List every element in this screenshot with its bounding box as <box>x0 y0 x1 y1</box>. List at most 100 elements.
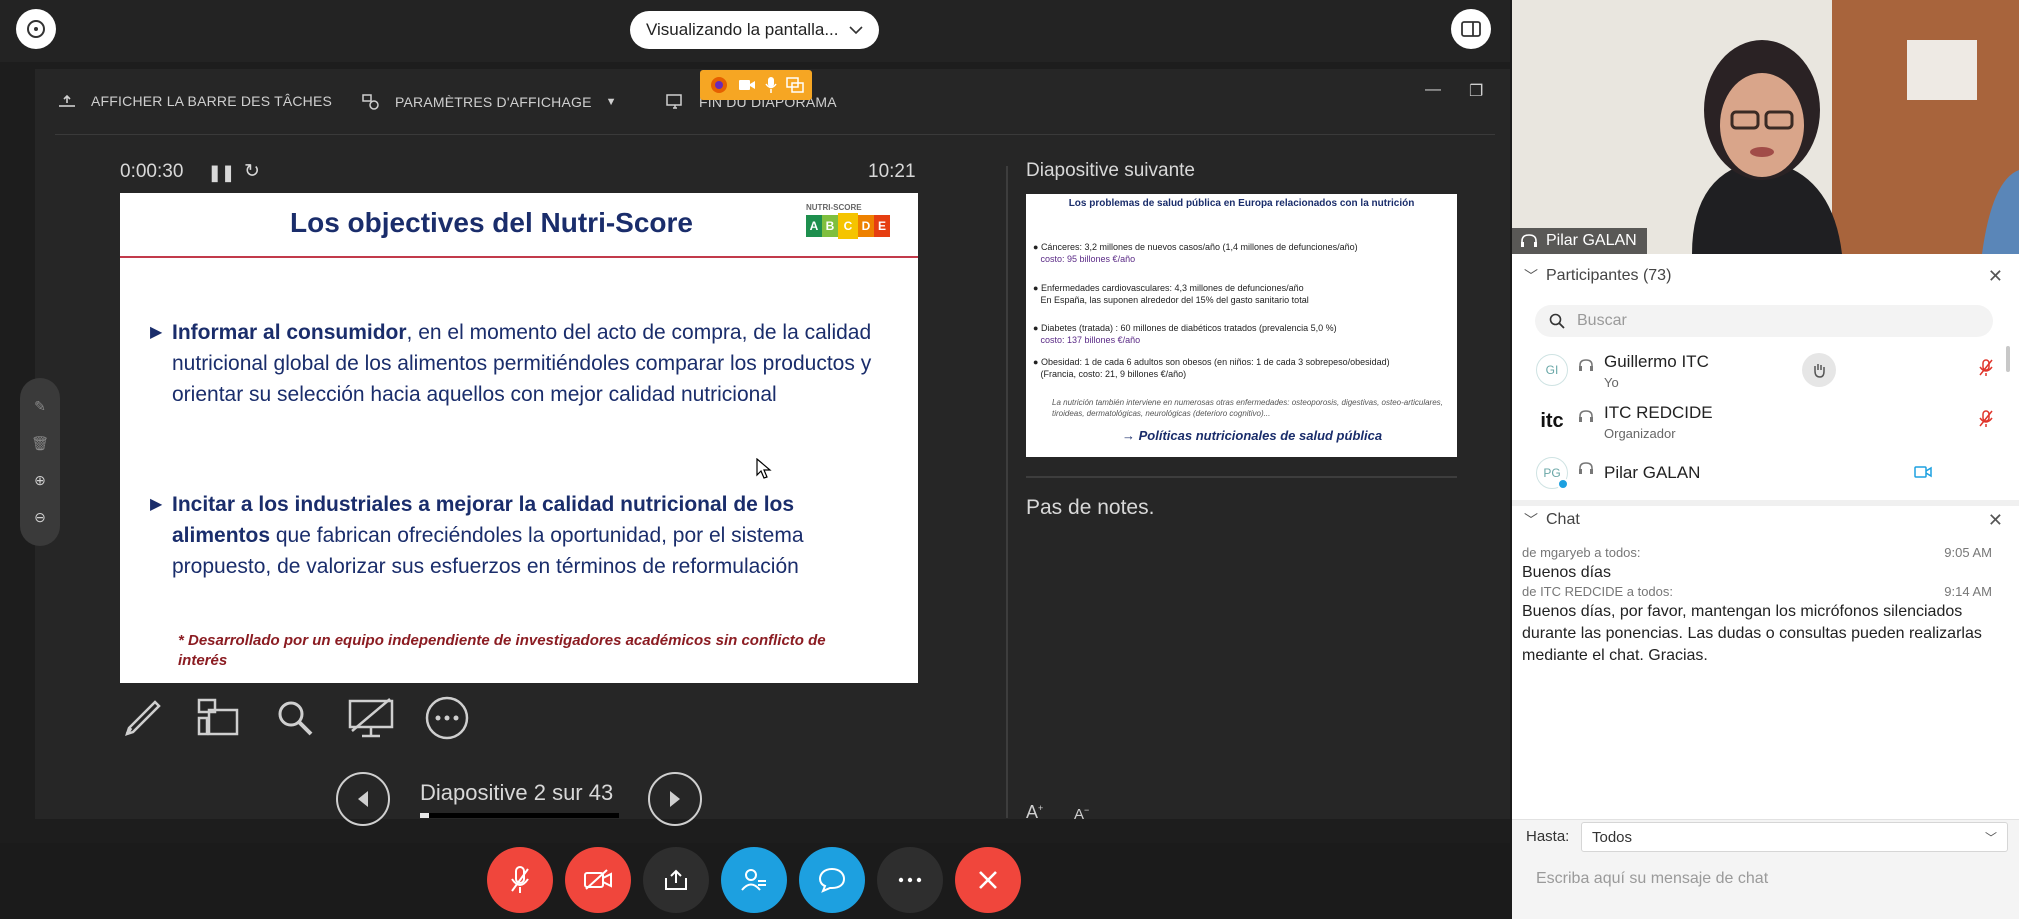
chat-message-meta: de ITC REDCIDE a todos: 9:14 AM <box>1522 584 1992 599</box>
nutri-score-logo-label: NUTRI-SCORE <box>806 203 862 212</box>
chevron-down-icon: ﹀ <box>1984 830 1997 845</box>
participants-button[interactable] <box>721 847 787 913</box>
nutri-score-letter: C <box>838 213 858 239</box>
more-options-icon[interactable] <box>424 695 470 741</box>
restore-icon[interactable]: ❐ <box>1469 81 1483 101</box>
participants-header-label: Participantes (73) <box>1546 267 1672 284</box>
nutri-score-letters: ABCDE <box>806 213 896 239</box>
show-taskbar-label: AFFICHER LA BARRE DES TÂCHES <box>91 93 333 109</box>
info-icon <box>27 20 45 38</box>
current-slide: Los objectives del Nutri-Score NUTRI-SCO… <box>120 193 918 683</box>
microphone-muted-icon[interactable] <box>1979 359 1993 377</box>
participant-name: Guillermo ITC <box>1604 352 1709 371</box>
next-slide-button[interactable] <box>648 772 702 826</box>
close-participants-icon[interactable]: ✕ <box>1988 266 2003 287</box>
nutri-score-letter: D <box>858 215 874 237</box>
next-slide-note: La nutrición también interviene en numer… <box>1052 398 1443 418</box>
chevron-down-icon[interactable]: ﹀ <box>1524 510 1538 530</box>
participant-row[interactable]: GI Guillermo ITC Yo <box>1512 345 2007 395</box>
next-slide-item-sub: (Francia, costo: 21, 9 billones €/año) <box>1040 369 1187 379</box>
chat-message-meta: de mgaryeb a todos: 9:05 AM <box>1522 545 1992 560</box>
headset-icon <box>1579 462 1593 474</box>
restart-timer-icon[interactable]: ↻ <box>244 160 260 183</box>
video-name-tag: Pilar GALAN <box>1512 228 1647 254</box>
close-chat-icon[interactable]: ✕ <box>1988 510 2003 531</box>
slide-title-divider <box>120 256 918 258</box>
participant-search[interactable] <box>1535 305 1993 337</box>
minimize-icon[interactable]: — <box>1425 81 1441 99</box>
search-input[interactable] <box>1577 312 1957 330</box>
video-participant-name: Pilar GALAN <box>1546 232 1637 249</box>
meeting-info-button[interactable] <box>16 9 56 49</box>
previous-slide-button[interactable] <box>336 772 390 826</box>
chat-message-text: Buenos días <box>1522 564 1611 581</box>
participant-row[interactable]: itc ITC REDCIDE Organizador <box>1512 396 2007 446</box>
increase-font-icon[interactable]: A+ <box>1026 802 1043 823</box>
share-upload-icon <box>665 869 687 890</box>
elapsed-timer: 0:00:30 <box>120 161 184 182</box>
next-slide-item-sub: costo: 95 billones €/año <box>1040 254 1136 264</box>
chat-recipient-select[interactable]: Todos ﹀ <box>1581 822 2008 852</box>
pause-icon[interactable]: ❚❚ <box>208 163 235 183</box>
next-slide-item: ● Enfermedades cardiovasculares: 4,3 mil… <box>1033 283 1309 305</box>
slide-bullet-1: Informar al consumidor, en el momento de… <box>150 317 890 410</box>
presenter-divider <box>1006 166 1008 818</box>
speaker-active-icon <box>1521 234 1537 247</box>
slide-progress-fill <box>420 813 430 818</box>
slide-title: Los objectives del Nutri-Score <box>290 207 693 238</box>
participants-scrollbar[interactable] <box>2006 346 2010 372</box>
raise-hand-button[interactable] <box>1802 353 1836 387</box>
taskbar-icon <box>59 94 75 107</box>
hand-icon <box>1814 364 1825 378</box>
panel-layout-icon <box>1461 21 1481 37</box>
microphone-muted-icon[interactable] <box>1979 410 1993 428</box>
browser-icon <box>710 77 727 93</box>
more-button[interactable] <box>877 847 943 913</box>
sharing-indicator-bar[interactable] <box>700 70 812 100</box>
slide-sorter-icon[interactable] <box>196 695 242 741</box>
search-icon <box>1549 313 1565 329</box>
avatar: itc <box>1536 405 1568 437</box>
speaker-notes: Pas de notes. <box>1026 496 1155 519</box>
zoom-in-icon[interactable]: ⊕ <box>34 472 46 489</box>
next-slide-item-text: Diabetes (tratada) : 60 millones de diab… <box>1040 323 1337 333</box>
video-button[interactable] <box>565 847 631 913</box>
next-slide-label: Diapositive suivante <box>1026 160 1195 181</box>
pen-disabled-icon[interactable]: ✎ <box>34 398 46 415</box>
next-arrow-icon <box>670 791 680 807</box>
next-slide-item-sub: costo: 137 billones €/año <box>1040 335 1141 345</box>
chat-message-input[interactable] <box>1526 864 2006 894</box>
view-selector[interactable]: Visualizando la pantalla... <box>630 11 879 49</box>
zoom-out-icon[interactable]: ⊖ <box>34 509 46 526</box>
show-taskbar-button[interactable]: AFFICHER LA BARRE DES TÂCHES <box>57 93 332 109</box>
chat-button[interactable] <box>799 847 865 913</box>
next-slide-title: Los problemas de salud pública en Europa… <box>1068 198 1415 209</box>
layout-toggle-button[interactable] <box>1451 9 1491 49</box>
chevron-down-icon[interactable]: ﹀ <box>1524 266 1538 286</box>
eraser-disabled-icon[interactable]: 🗑 <box>31 435 49 452</box>
magnifier-icon[interactable] <box>272 695 318 741</box>
chat-header-label: Chat <box>1546 511 1580 528</box>
pen-icon[interactable] <box>120 695 166 741</box>
leave-meeting-button[interactable] <box>955 847 1021 913</box>
presenter-badge-icon <box>1557 478 1569 490</box>
black-screen-icon[interactable] <box>348 695 394 741</box>
decrease-font-icon[interactable]: A− <box>1074 805 1089 823</box>
mute-button[interactable] <box>487 847 553 913</box>
display-settings-button[interactable]: PARAMÈTRES D'AFFICHAGE ▼ <box>361 93 617 111</box>
chat-panel-header[interactable]: ﹀ Chat ✕ <box>1512 502 2019 538</box>
participant-role: Yo <box>1604 375 1619 390</box>
slide-bullet-2: Incitar a los industriales a mejorar la … <box>150 489 890 582</box>
participant-video[interactable] <box>1512 0 2019 254</box>
chat-bubble-icon <box>818 867 846 893</box>
display-settings-icon <box>362 94 379 110</box>
presenter-tools <box>120 695 470 741</box>
participants-panel-header[interactable]: ﹀ Participantes (73) ✕ <box>1512 258 2019 294</box>
participant-row[interactable]: PG Pilar GALAN <box>1512 448 2007 498</box>
display-settings-label: PARAMÈTRES D'AFFICHAGE <box>395 94 592 110</box>
share-content-button[interactable] <box>643 847 709 913</box>
nutri-score-letter: B <box>822 215 838 237</box>
ellipsis-icon <box>898 877 922 883</box>
next-slide-preview[interactable]: Los problemas de salud pública en Europa… <box>1026 194 1457 457</box>
video-on-icon[interactable] <box>1914 466 1932 478</box>
